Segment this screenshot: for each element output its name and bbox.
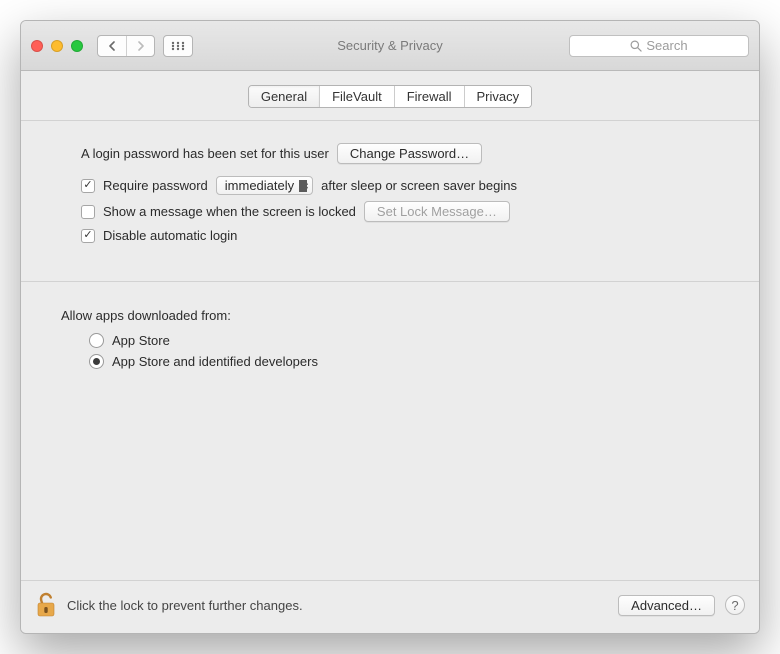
disable-auto-login-label: Disable automatic login (103, 228, 237, 243)
advanced-button[interactable]: Advanced… (618, 595, 715, 616)
radio-identified[interactable] (89, 354, 104, 369)
divider (21, 281, 759, 282)
require-password-delay-select[interactable]: immediately ▴▾ (216, 176, 313, 195)
chevron-right-icon (136, 41, 145, 51)
general-pane: A login password has been set for this u… (21, 120, 759, 580)
require-password-suffix: after sleep or screen saver begins (321, 178, 517, 193)
disable-auto-login-row: Disable automatic login (61, 228, 719, 243)
preferences-window: Security & Privacy Search General FileVa… (20, 20, 760, 634)
show-message-checkbox[interactable] (81, 205, 95, 219)
tab-privacy[interactable]: Privacy (465, 86, 532, 107)
require-password-checkbox[interactable] (81, 179, 95, 193)
minimize-window-button[interactable] (51, 40, 63, 52)
login-password-text: A login password has been set for this u… (81, 146, 329, 161)
disable-auto-login-checkbox[interactable] (81, 229, 95, 243)
window-controls (31, 40, 83, 52)
radio-identified-label: App Store and identified developers (112, 354, 318, 369)
tab-group: General FileVault Firewall Privacy (248, 85, 532, 108)
grid-icon (171, 41, 185, 51)
gatekeeper-option-appstore[interactable]: App Store (61, 333, 719, 348)
search-icon (630, 40, 642, 52)
nav-back-forward (97, 35, 155, 57)
lock-open-icon[interactable] (35, 591, 57, 619)
login-password-row: A login password has been set for this u… (61, 143, 719, 164)
back-button[interactable] (98, 36, 126, 56)
tab-firewall[interactable]: Firewall (395, 86, 465, 107)
set-lock-message-button[interactable]: Set Lock Message… (364, 201, 510, 222)
search-field[interactable]: Search (569, 35, 749, 57)
tab-general[interactable]: General (249, 86, 320, 107)
gatekeeper-option-identified[interactable]: App Store and identified developers (61, 354, 719, 369)
close-window-button[interactable] (31, 40, 43, 52)
zoom-window-button[interactable] (71, 40, 83, 52)
footer: Click the lock to prevent further change… (21, 580, 759, 633)
change-password-button[interactable]: Change Password… (337, 143, 482, 164)
require-password-row: Require password immediately ▴▾ after sl… (61, 176, 719, 195)
require-password-label: Require password (103, 178, 208, 193)
show-all-button[interactable] (163, 35, 193, 57)
radio-appstore[interactable] (89, 333, 104, 348)
lock-hint-text: Click the lock to prevent further change… (67, 598, 303, 613)
search-placeholder: Search (646, 38, 687, 53)
gatekeeper-label: Allow apps downloaded from: (61, 308, 719, 323)
forward-button[interactable] (126, 36, 154, 56)
chevron-left-icon (108, 41, 117, 51)
require-password-delay-value: immediately (225, 178, 294, 193)
tab-bar: General FileVault Firewall Privacy (21, 71, 759, 120)
radio-appstore-label: App Store (112, 333, 170, 348)
show-message-row: Show a message when the screen is locked… (61, 201, 719, 222)
help-button[interactable]: ? (725, 595, 745, 615)
updown-icon: ▴▾ (304, 180, 308, 192)
window-toolbar: Security & Privacy Search (21, 21, 759, 71)
tab-filevault[interactable]: FileVault (320, 86, 395, 107)
show-message-label: Show a message when the screen is locked (103, 204, 356, 219)
